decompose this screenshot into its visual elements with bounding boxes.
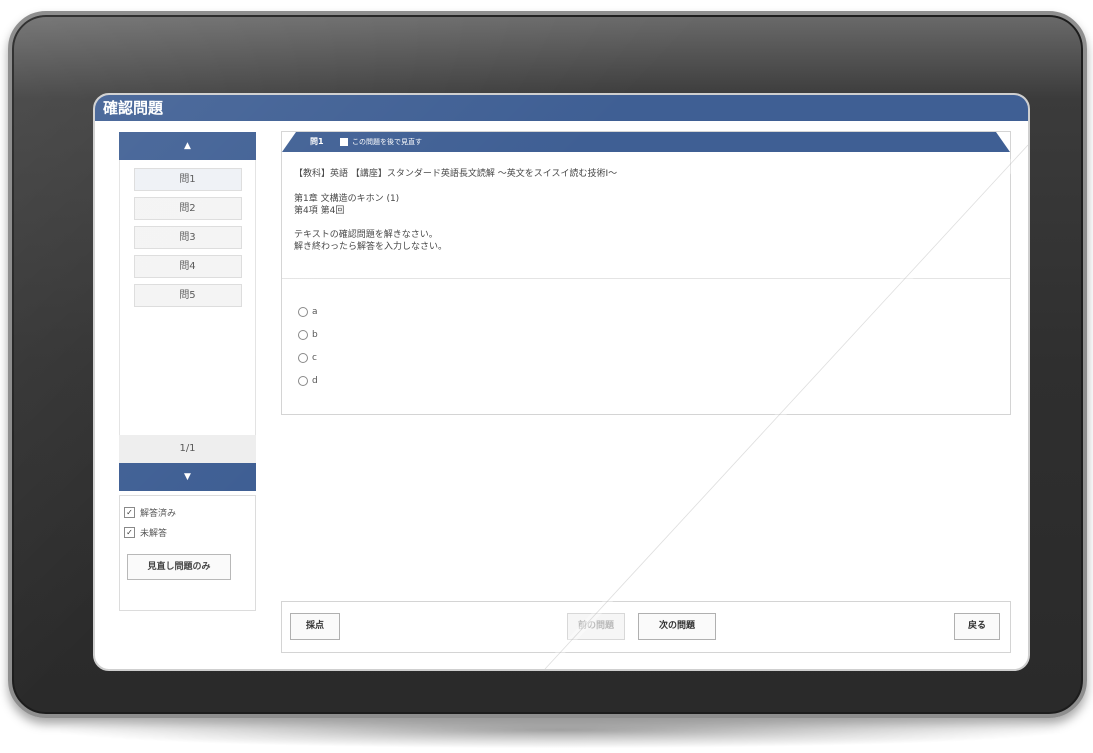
question-list-item-2[interactable]: 問2	[133, 197, 242, 220]
page-title: 確認問題	[103, 99, 164, 117]
action-bar: 採点 前の問題 次の問題 戻る	[281, 601, 1011, 653]
answer-options: a b c d	[298, 300, 318, 392]
radio-a[interactable]	[298, 306, 308, 317]
radio-b[interactable]	[298, 329, 308, 340]
option-b-label: b	[312, 329, 318, 340]
review-later-label: この問題を後で見直す	[352, 138, 422, 146]
answered-label: 解答済み	[140, 508, 177, 519]
chapter-title: 第1章 文構造のキホン (1)	[294, 194, 400, 204]
option-a-label: a	[312, 306, 318, 317]
radio-c[interactable]	[298, 352, 308, 363]
prev-question-button[interactable]: 前の問題	[567, 613, 625, 640]
question-navigator: ▲ 問1 問2 問3 問4 問5 1/1 ▼ ✓ 解答済み ✓ 未解答 見直し問…	[119, 132, 256, 611]
next-question-button[interactable]: 次の問題	[638, 613, 716, 640]
option-b[interactable]: b	[298, 323, 318, 346]
back-button[interactable]: 戻る	[954, 613, 1000, 640]
option-d[interactable]: d	[298, 369, 318, 392]
question-body: 【教科】英語 【講座】スタンダード英語長文読解 ～英文をスイスイ読む技術Ⅰ～ 第…	[294, 166, 998, 253]
tablet-frame: 確認問題 ▲ 問1 問2 問3 問4 問5 1/1 ▼ ✓ 解答済み ✓ 未解答…	[8, 11, 1087, 718]
question-list-item-5[interactable]: 問5	[133, 284, 242, 307]
question-number: 問1	[310, 137, 324, 146]
grade-button[interactable]: 採点	[290, 613, 340, 640]
question-list-item-4[interactable]: 問4	[133, 255, 242, 278]
page-indicator: 1/1	[119, 435, 256, 463]
filter-panel: ✓ 解答済み ✓ 未解答 見直し問題のみ	[119, 495, 256, 611]
unanswered-checkbox[interactable]: ✓	[124, 526, 135, 538]
triangle-down-icon: ▼	[184, 472, 191, 482]
review-later-checkbox[interactable]	[340, 138, 348, 146]
unanswered-label: 未解答	[140, 528, 168, 539]
option-a[interactable]: a	[298, 300, 318, 323]
tablet-screen: 確認問題 ▲ 問1 問2 問3 問4 問5 1/1 ▼ ✓ 解答済み ✓ 未解答…	[93, 93, 1030, 671]
scroll-down-button[interactable]: ▼	[119, 463, 256, 491]
answered-checkbox[interactable]: ✓	[124, 506, 135, 518]
item-title: 第4項 第4回	[294, 206, 345, 216]
option-c-label: c	[312, 352, 317, 363]
question-list: 問1 問2 問3 問4 問5	[119, 160, 256, 435]
instruction-line-2: 解き終わったら解答を入力しなさい。	[294, 242, 448, 252]
option-c[interactable]: c	[298, 346, 318, 369]
radio-d[interactable]	[298, 375, 308, 386]
instruction-line-1: テキストの確認問題を解きなさい。	[294, 230, 438, 240]
filter-answered[interactable]: ✓ 解答済み	[124, 502, 255, 522]
marked-only-button[interactable]: 見直し問題のみ	[127, 554, 231, 580]
option-d-label: d	[312, 375, 318, 386]
divider	[282, 278, 1010, 279]
filter-unanswered[interactable]: ✓ 未解答	[124, 522, 255, 542]
scroll-up-button[interactable]: ▲	[119, 132, 256, 160]
course-title: 【教科】英語 【講座】スタンダード英語長文読解 ～英文をスイスイ読む技術Ⅰ～	[294, 169, 618, 179]
app-header: 確認問題	[95, 95, 1028, 121]
question-list-item-3[interactable]: 問3	[133, 226, 242, 249]
question-card: 問1 この問題を後で見直す 【教科】英語 【講座】スタンダード英語長文読解 ～英…	[281, 131, 1011, 415]
triangle-up-icon: ▲	[184, 141, 191, 151]
question-list-item-1[interactable]: 問1	[133, 168, 242, 191]
